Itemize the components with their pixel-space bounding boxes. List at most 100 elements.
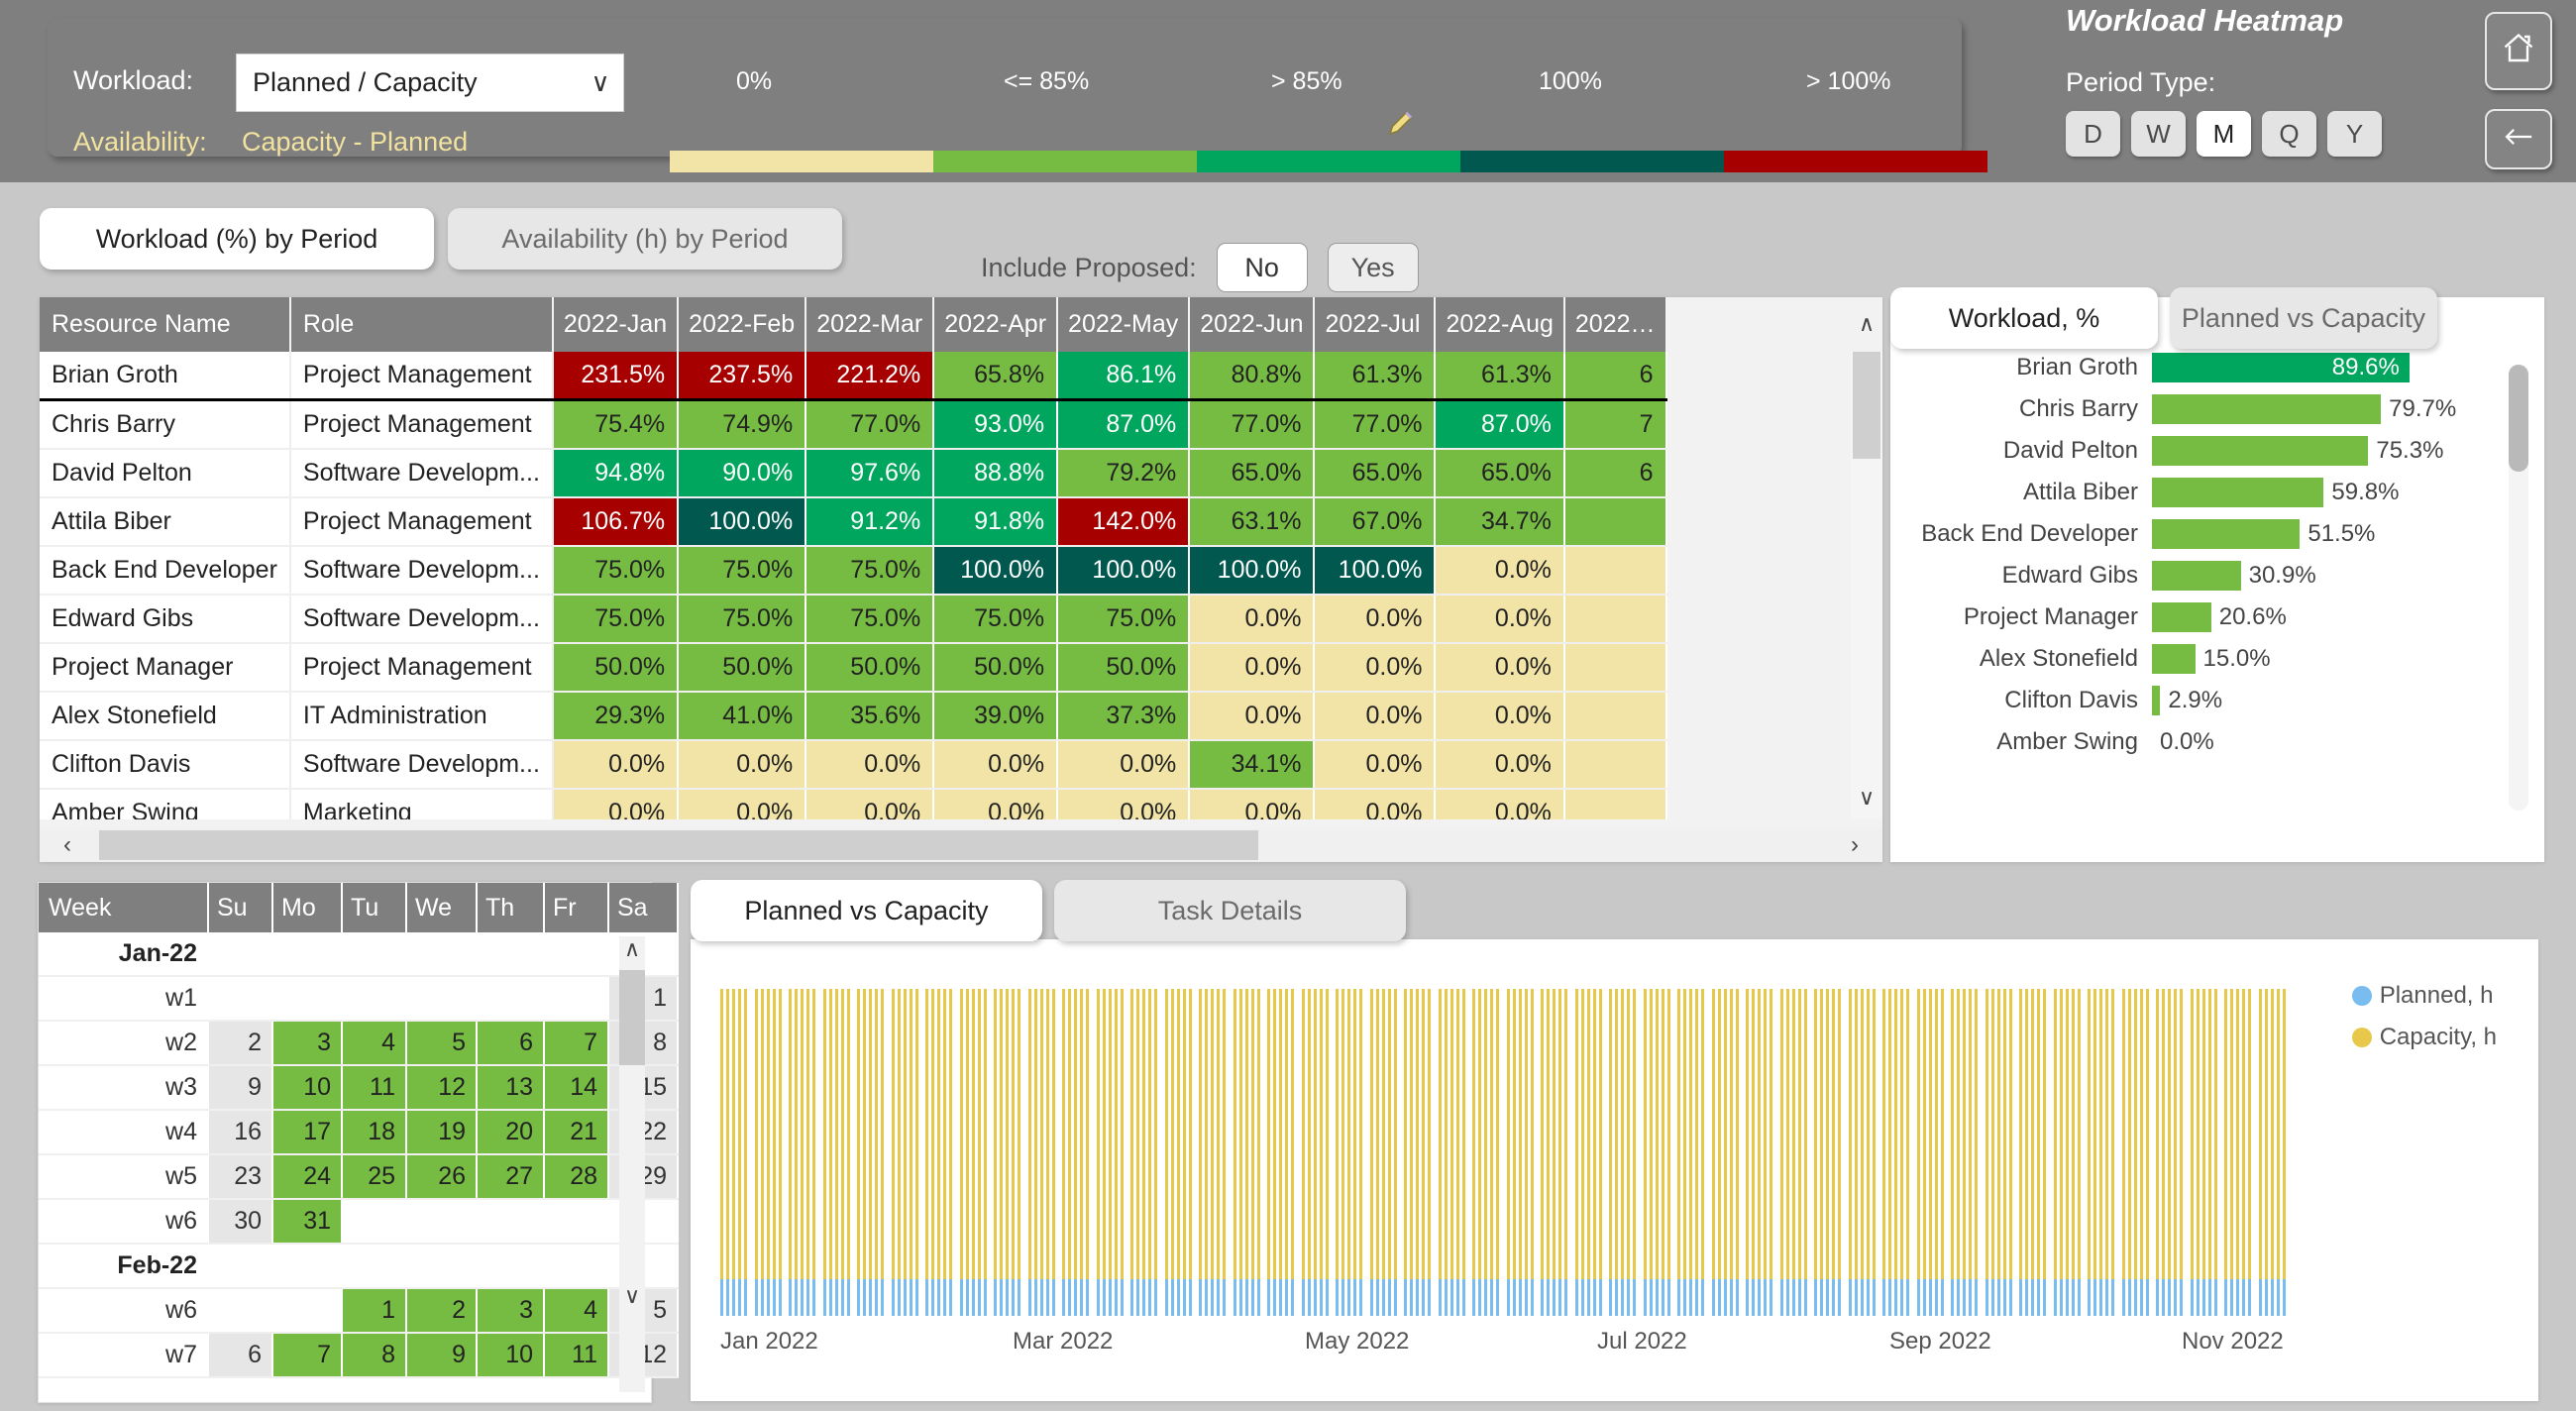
capacity-bar[interactable] xyxy=(1182,989,1186,1316)
capacity-bar[interactable] xyxy=(1164,989,1168,1316)
planned-bar[interactable] xyxy=(977,1278,981,1316)
workload-select[interactable]: Planned / Capacity ∨ xyxy=(236,54,624,112)
calendar-day-cell[interactable]: 2 xyxy=(208,1021,273,1066)
capacity-bar[interactable] xyxy=(1586,989,1590,1316)
heatmap-cell[interactable]: 0.0% xyxy=(933,789,1059,819)
planned-bar[interactable] xyxy=(822,1278,826,1316)
planned-bar[interactable] xyxy=(1273,1278,1276,1316)
planned-bar[interactable] xyxy=(1975,1278,1978,1316)
planned-bar[interactable] xyxy=(1199,1278,1202,1316)
resource-name-cell[interactable]: Alex Stonefield xyxy=(40,692,291,741)
resource-name-cell[interactable]: David Pelton xyxy=(40,449,291,498)
period-type-m[interactable]: M xyxy=(2197,111,2251,157)
capacity-bar[interactable] xyxy=(2264,989,2268,1316)
capacity-bar[interactable] xyxy=(1580,989,1584,1316)
planned-bar[interactable] xyxy=(720,1278,723,1316)
planned-bar[interactable] xyxy=(1860,1278,1864,1316)
planned-bar[interactable] xyxy=(1592,1278,1596,1316)
planned-bar[interactable] xyxy=(983,1278,987,1316)
capacity-bar[interactable] xyxy=(1039,989,1043,1316)
planned-bar[interactable] xyxy=(1894,1278,1897,1316)
capacity-bar[interactable] xyxy=(1006,989,1009,1316)
capacity-bar[interactable] xyxy=(1695,989,1698,1316)
heatmap-cell[interactable]: 0.0% xyxy=(1435,740,1565,790)
calendar-vscroll-thumb[interactable] xyxy=(619,970,645,1065)
calendar-vertical-scrollbar[interactable]: ∧ ∨ xyxy=(619,936,645,1392)
capacity-bar[interactable] xyxy=(1621,989,1624,1316)
calendar-row[interactable]: w4 16 17 18 19 20 21 22 xyxy=(39,1110,679,1155)
capacity-bar[interactable] xyxy=(1558,989,1561,1316)
planned-bar[interactable] xyxy=(1472,1278,1475,1316)
heatmap-cell[interactable]: 91.8% xyxy=(933,497,1059,547)
capacity-bar[interactable] xyxy=(1785,989,1789,1316)
calendar-day-cell[interactable] xyxy=(342,1199,407,1245)
capacity-bar[interactable] xyxy=(977,989,981,1316)
capacity-bar[interactable] xyxy=(1484,989,1487,1316)
heatmap-cell[interactable]: 0.0% xyxy=(805,740,935,790)
calendar-day-cell[interactable]: 11 xyxy=(342,1065,407,1111)
heatmap-cell[interactable]: 97.6% xyxy=(805,449,935,498)
planned-bar[interactable] xyxy=(1142,1278,1145,1316)
capacity-bar[interactable] xyxy=(1369,989,1373,1316)
planned-bar[interactable] xyxy=(1347,1278,1350,1316)
tab-workload-by-period[interactable]: Workload (%) by Period xyxy=(40,208,434,270)
capacity-bar[interactable] xyxy=(1729,989,1733,1316)
capacity-bar[interactable] xyxy=(863,989,866,1316)
capacity-bar[interactable] xyxy=(1975,989,1978,1316)
planned-bar[interactable] xyxy=(1096,1278,1100,1316)
role-cell[interactable]: Software Developm... xyxy=(289,595,554,644)
planned-bar[interactable] xyxy=(834,1278,838,1316)
planned-bar[interactable] xyxy=(1547,1278,1550,1316)
capacity-bar[interactable] xyxy=(846,989,850,1316)
planned-bar[interactable] xyxy=(1649,1278,1653,1316)
calendar-day-cell[interactable]: 8 xyxy=(342,1333,407,1378)
role-cell[interactable]: Software Developm... xyxy=(289,740,554,790)
planned-bar[interactable] xyxy=(1393,1278,1397,1316)
planned-bar[interactable] xyxy=(1598,1278,1602,1316)
planned-bar[interactable] xyxy=(812,1278,815,1316)
planned-bar[interactable] xyxy=(1985,1278,1988,1316)
capacity-bar[interactable] xyxy=(1267,989,1270,1316)
planned-bar[interactable] xyxy=(778,1278,782,1316)
capacity-bar[interactable] xyxy=(1791,989,1795,1316)
capacity-bar[interactable] xyxy=(2008,989,2012,1316)
heatmap-cell[interactable]: 0.0% xyxy=(1435,643,1565,693)
resource-name-cell[interactable]: Edward Gibs xyxy=(40,595,291,644)
planned-bar[interactable] xyxy=(766,1278,770,1316)
heatmap-cell[interactable]: 77.0% xyxy=(805,399,935,450)
calendar-scroll-down[interactable]: ∨ xyxy=(619,1283,645,1317)
calendar-day-cell[interactable]: 4 xyxy=(544,1288,609,1334)
capacity-bar[interactable] xyxy=(2224,989,2227,1316)
planned-bar[interactable] xyxy=(1422,1278,1425,1316)
planned-bar[interactable] xyxy=(1342,1278,1344,1316)
heatmap-cell[interactable]: 37.3% xyxy=(1057,692,1191,741)
capacity-bar[interactable] xyxy=(2088,989,2091,1316)
planned-bar[interactable] xyxy=(2190,1278,2194,1316)
capacity-bar[interactable] xyxy=(875,989,878,1316)
capacity-bar[interactable] xyxy=(801,989,804,1316)
capacity-bar[interactable] xyxy=(2242,989,2245,1316)
capacity-bar[interactable] xyxy=(1655,989,1659,1316)
capacity-bar[interactable] xyxy=(1627,989,1630,1316)
planned-bar[interactable] xyxy=(1963,1278,1966,1316)
planned-bar[interactable] xyxy=(1484,1278,1487,1316)
capacity-bar[interactable] xyxy=(1033,989,1037,1316)
calendar-day-cell[interactable]: 4 xyxy=(342,1021,407,1066)
planned-bar[interactable] xyxy=(903,1278,907,1316)
heatmap-cell[interactable]: 100.0% xyxy=(1057,546,1191,596)
heatmap-cell[interactable]: 93.0% xyxy=(933,399,1059,450)
capacity-bar[interactable] xyxy=(1461,989,1465,1316)
planned-bar[interactable] xyxy=(1130,1278,1133,1316)
calendar-scroll-up[interactable]: ∧ xyxy=(619,936,645,970)
calendar-row[interactable]: w6 1 2 3 4 5 xyxy=(39,1288,679,1334)
calendar-day-cell[interactable] xyxy=(477,976,545,1022)
capacity-bar[interactable] xyxy=(1854,989,1858,1316)
planned-bar[interactable] xyxy=(801,1278,804,1316)
capacity-bar[interactable] xyxy=(1928,989,1932,1316)
heatmap-cell[interactable]: 0.0% xyxy=(1189,692,1316,741)
heatmap-cell[interactable]: 86.1% xyxy=(1057,352,1191,401)
capacity-bar[interactable] xyxy=(2053,989,2057,1316)
heatmap-col-header[interactable]: 2022-Jun xyxy=(1189,297,1316,352)
planned-bar[interactable] xyxy=(1449,1278,1453,1316)
planned-bar[interactable] xyxy=(857,1278,860,1316)
